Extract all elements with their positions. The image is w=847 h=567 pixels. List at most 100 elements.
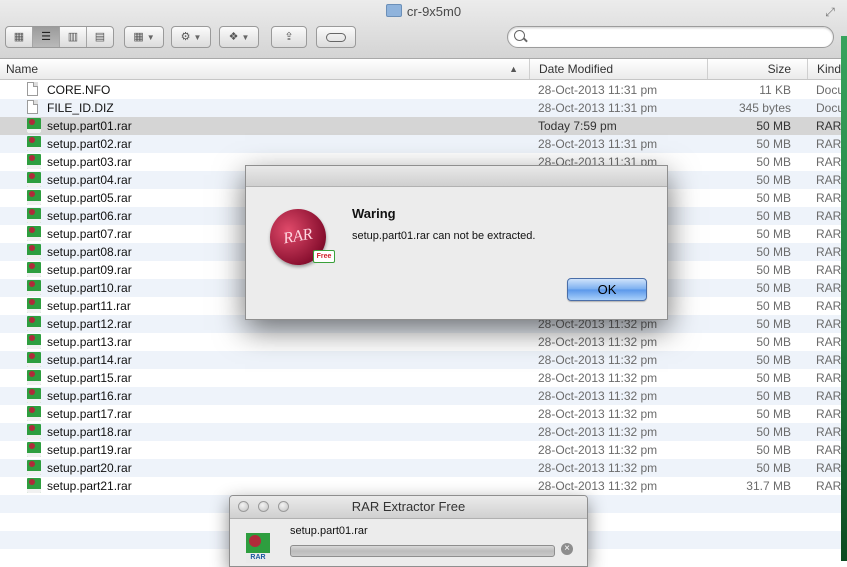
file-icon-cell	[27, 460, 41, 476]
gear-icon: ⚙	[180, 31, 191, 43]
tags-button[interactable]	[316, 26, 356, 48]
file-kind: RAR	[816, 299, 841, 313]
rar-file-icon	[27, 136, 41, 151]
file-row[interactable]: setup.part17.rar 28-Oct-2013 11:32 pm 50 M…	[0, 405, 841, 423]
window-title: cr-9x5m0	[0, 4, 847, 19]
chevron-down-icon: ▼	[241, 33, 250, 42]
file-size: 50 MB	[756, 299, 791, 313]
file-name: setup.part10.rar	[47, 281, 132, 295]
file-icon-cell	[27, 298, 41, 314]
column-header-name-label: Name	[6, 62, 39, 76]
file-name: setup.part13.rar	[47, 335, 132, 349]
file-date-modified: 28-Oct-2013 11:32 pm	[538, 407, 658, 421]
file-size: 50 MB	[756, 191, 791, 205]
file-icon-cell	[27, 226, 41, 242]
file-kind: RAR	[816, 425, 841, 439]
file-name: FILE_ID.DIZ	[47, 101, 114, 115]
file-size: 31.7 MB	[746, 479, 791, 493]
search-input[interactable]	[530, 29, 829, 46]
fullscreen-icon[interactable]: ⤢	[823, 5, 837, 19]
file-date-modified: 28-Oct-2013 11:31 pm	[538, 137, 658, 151]
column-view-button[interactable]: ▥	[60, 27, 87, 47]
dropbox-icon: ❖	[228, 31, 239, 43]
file-icon-cell	[27, 352, 41, 368]
list-view-button[interactable]: ☰	[33, 27, 60, 47]
extractor-title: RAR Extractor Free	[351, 499, 466, 514]
file-size: 50 MB	[756, 173, 791, 187]
file-row[interactable]: setup.part19.rar 28-Oct-2013 11:32 pm 50 M…	[0, 441, 841, 459]
dropbox-button[interactable]: ❖ ▼	[219, 26, 259, 48]
arrange-button[interactable]: ▦ ▼	[124, 26, 164, 48]
file-size: 50 MB	[756, 245, 791, 259]
file-row[interactable]: setup.part21.rar 28-Oct-2013 11:32 pm 31.7…	[0, 477, 841, 495]
file-size: 50 MB	[756, 317, 791, 331]
file-icon-cell	[27, 388, 41, 404]
file-name: setup.part19.rar	[47, 443, 132, 457]
file-name: setup.part01.rar	[47, 119, 132, 133]
document-icon	[27, 82, 38, 96]
file-name: setup.part09.rar	[47, 263, 132, 277]
file-row[interactable]: setup.part16.rar 28-Oct-2013 11:32 pm 50 M…	[0, 387, 841, 405]
file-date-modified: 28-Oct-2013 11:32 pm	[538, 389, 658, 403]
file-icon-cell	[27, 100, 41, 116]
file-size: 50 MB	[756, 281, 791, 295]
file-row[interactable]: setup.part02.rar 28-Oct-2013 11:31 pm 50 M…	[0, 135, 841, 153]
file-kind: Docu	[816, 101, 841, 115]
file-date-modified: 28-Oct-2013 11:32 pm	[538, 335, 658, 349]
rar-file-icon	[27, 334, 41, 349]
file-kind: RAR	[816, 173, 841, 187]
column-header-name[interactable]: Name ▲	[6, 59, 526, 79]
cancel-extraction-button[interactable]: ×	[561, 543, 573, 555]
file-kind: RAR	[816, 227, 841, 241]
folder-icon	[385, 4, 402, 17]
window-title-text: cr-9x5m0	[406, 4, 462, 19]
sort-ascending-icon: ▲	[509, 64, 518, 74]
file-kind: RAR	[816, 245, 841, 259]
file-kind: RAR	[816, 281, 841, 295]
file-name: setup.part14.rar	[47, 353, 132, 367]
file-size: 50 MB	[756, 137, 791, 151]
extractor-titlebar: RAR Extractor Free	[230, 496, 587, 519]
search-field[interactable]	[507, 26, 834, 48]
file-row[interactable]: setup.part14.rar 28-Oct-2013 11:32 pm 50 M…	[0, 351, 841, 369]
file-row[interactable]: setup.part20.rar 28-Oct-2013 11:32 pm 50 M…	[0, 459, 841, 477]
file-kind: RAR	[816, 119, 841, 133]
file-date-modified: 28-Oct-2013 11:32 pm	[538, 353, 658, 367]
file-size: 11 KB	[759, 83, 791, 97]
file-kind: RAR	[816, 209, 841, 223]
file-size: 50 MB	[756, 155, 791, 169]
dialog-titlebar	[246, 166, 667, 187]
share-button[interactable]: ⇪	[271, 26, 307, 48]
icon-view-button[interactable]: ▦	[6, 27, 33, 47]
file-row[interactable]: setup.part18.rar 28-Oct-2013 11:32 pm 50 M…	[0, 423, 841, 441]
file-kind: RAR	[816, 461, 841, 475]
file-row[interactable]: FILE_ID.DIZ 28-Oct-2013 11:31 pm 345 bytes…	[0, 99, 841, 117]
cover-flow-button[interactable]: ▤	[87, 27, 113, 47]
column-header-date-label: Date Modified	[539, 62, 614, 76]
file-size: 50 MB	[756, 407, 791, 421]
file-icon-cell	[27, 190, 41, 206]
finder-toolbar: cr-9x5m0 ⤢ ▦ ☰ ▥ ▤ ▦ ▼ ⚙ ▼ ❖ ▼ ⇪	[0, 0, 847, 59]
action-button[interactable]: ⚙ ▼	[171, 26, 211, 48]
file-row[interactable]: setup.part01.rar Today 7:59 pm 50 MB RAR	[0, 117, 841, 135]
file-name: setup.part02.rar	[47, 137, 132, 151]
ok-button[interactable]: OK	[567, 278, 647, 301]
file-row[interactable]: setup.part13.rar 28-Oct-2013 11:32 pm 50 M…	[0, 333, 841, 351]
column-header-date[interactable]: Date Modified	[529, 59, 707, 79]
file-icon-cell	[27, 154, 41, 170]
file-size: 345 bytes	[738, 101, 791, 115]
column-header-size[interactable]: Size	[707, 59, 807, 79]
file-icon-cell	[27, 82, 41, 98]
column-header-kind[interactable]: Kind	[807, 59, 841, 79]
file-row[interactable]: CORE.NFO 28-Oct-2013 11:31 pm 11 KB Docu	[0, 81, 841, 99]
rar-file-icon	[27, 154, 41, 169]
file-icon-cell	[27, 406, 41, 422]
logo-text: RAR	[281, 225, 314, 248]
column-header-kind-label: Kind	[817, 62, 842, 76]
file-icon-cell	[27, 280, 41, 296]
rar-file-icon	[27, 460, 41, 475]
file-size: 50 MB	[756, 389, 791, 403]
file-row[interactable]: setup.part15.rar 28-Oct-2013 11:32 pm 50 M…	[0, 369, 841, 387]
rar-file-icon	[27, 298, 41, 313]
file-name: setup.part20.rar	[47, 461, 132, 475]
